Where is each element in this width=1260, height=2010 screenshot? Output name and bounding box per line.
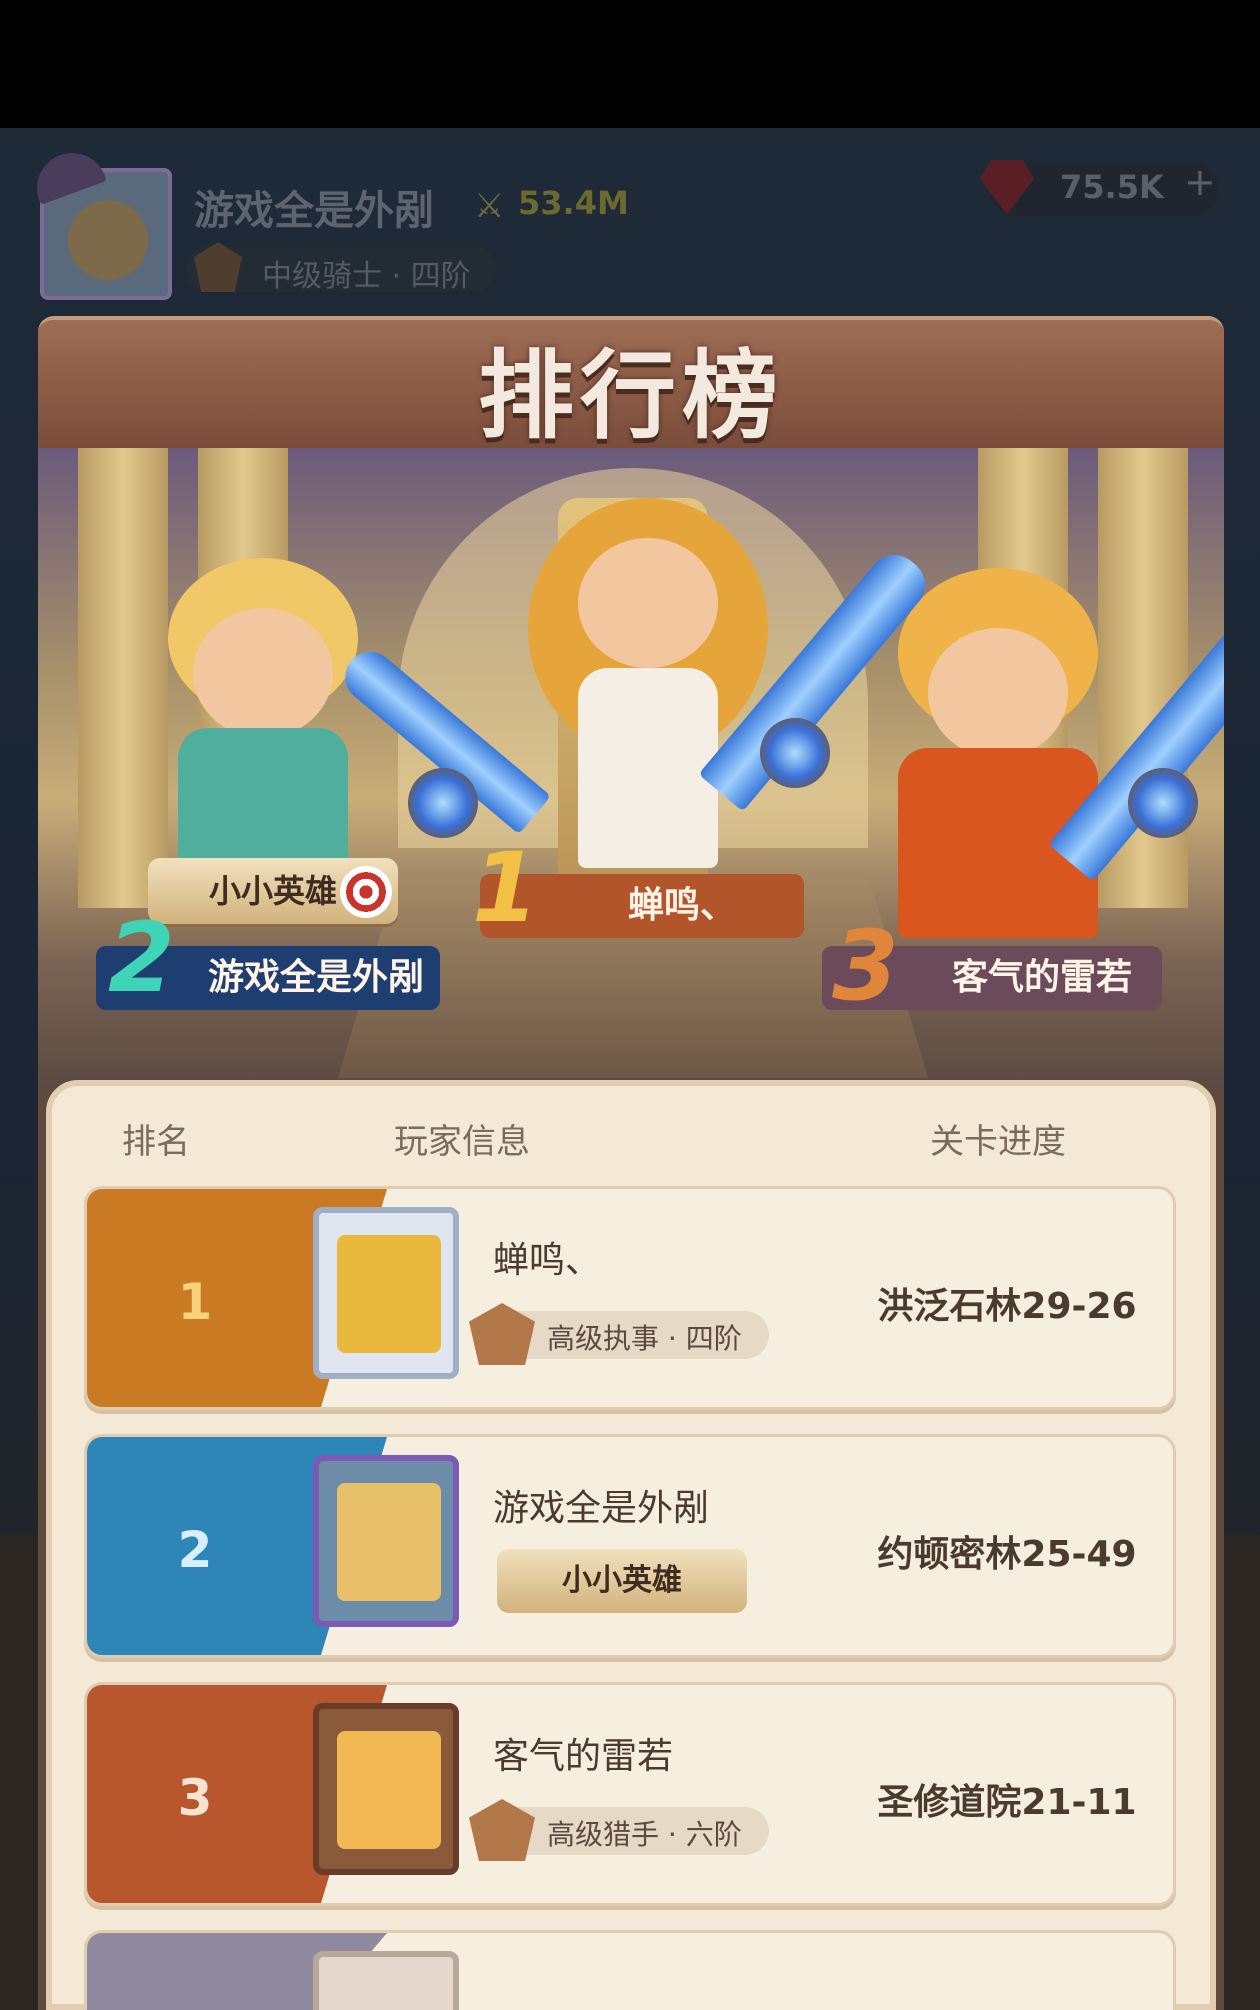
row-player-name: 客气的雷若: [493, 1736, 674, 1777]
row-rank: 2: [177, 1521, 213, 1579]
hero-first-place[interactable]: [498, 478, 798, 898]
row-rank: 1: [177, 1273, 213, 1331]
table-row[interactable]: 2 游戏全是外剐 小小英雄 约顿密林25-49: [84, 1434, 1176, 1658]
column-header-player-info: 玩家信息: [394, 1122, 530, 1162]
panel-title: 排行榜: [478, 340, 784, 452]
rank-title: 中级骑士 · 四阶: [262, 259, 471, 294]
row-progress: 圣修道院21-11: [877, 1782, 1137, 1823]
table-row[interactable]: 3 客气的雷若 高级猎手 · 六阶 圣修道院21-11: [84, 1682, 1176, 1906]
power-value: 53.4M: [518, 184, 629, 222]
sword-gem-icon: [760, 718, 830, 788]
avatar[interactable]: [313, 1455, 459, 1627]
podium-first-name: 蝉鸣、: [628, 885, 737, 926]
podium-third-rank: 3: [832, 910, 899, 1022]
title-badge-label: 小小英雄: [208, 872, 337, 910]
hero-face-icon: [337, 1731, 441, 1849]
podium-first-rank: 1: [472, 832, 539, 944]
row-rank-title: 高级执事 · 四阶: [547, 1322, 742, 1355]
row-progress: 约顿密林25-49: [877, 1534, 1137, 1575]
player-name: 游戏全是外剐: [194, 188, 434, 234]
sword-gem-icon: [1128, 768, 1198, 838]
column-header-rank: 排名: [122, 1122, 190, 1162]
gem-count: 75.5K: [1060, 168, 1164, 206]
target-icon: [340, 866, 392, 918]
masked-face-icon: [337, 1235, 441, 1353]
avatar-face: [68, 200, 148, 280]
title-badge: 小小英雄: [497, 1549, 747, 1613]
row-player-name: 游戏全是外剐: [493, 1488, 710, 1529]
player-avatar[interactable]: [27, 143, 172, 300]
add-gems-button[interactable]: +: [1184, 160, 1216, 204]
podium-second-rank: 2: [108, 902, 175, 1014]
row-player-name: 蝉鸣、: [493, 1240, 602, 1281]
table-row[interactable]: 1 蝉鸣、 高级执事 · 四阶 洪泛石林29-26: [84, 1186, 1176, 1410]
column-header-progress: 关卡进度: [930, 1122, 1066, 1162]
podium-second-name: 游戏全是外剐: [208, 957, 425, 998]
crossed-swords-icon: ⚔: [474, 186, 505, 226]
row-rank: 3: [177, 1769, 213, 1827]
avatar[interactable]: [313, 1703, 459, 1875]
hero-third-place[interactable]: [858, 568, 1138, 948]
sword-gem-icon: [408, 768, 478, 838]
table-row[interactable]: [84, 1930, 1176, 2010]
podium-third-name: 客气的雷若: [952, 957, 1133, 998]
hero-face-icon: [337, 1483, 441, 1601]
avatar[interactable]: [313, 1207, 459, 1379]
title-badge-label: 小小英雄: [562, 1563, 682, 1598]
avatar[interactable]: [313, 1951, 459, 2010]
row-rank-title: 高级猎手 · 六阶: [547, 1818, 742, 1851]
row-progress: 洪泛石林29-26: [877, 1286, 1137, 1327]
status-bar-area: [0, 0, 1260, 128]
